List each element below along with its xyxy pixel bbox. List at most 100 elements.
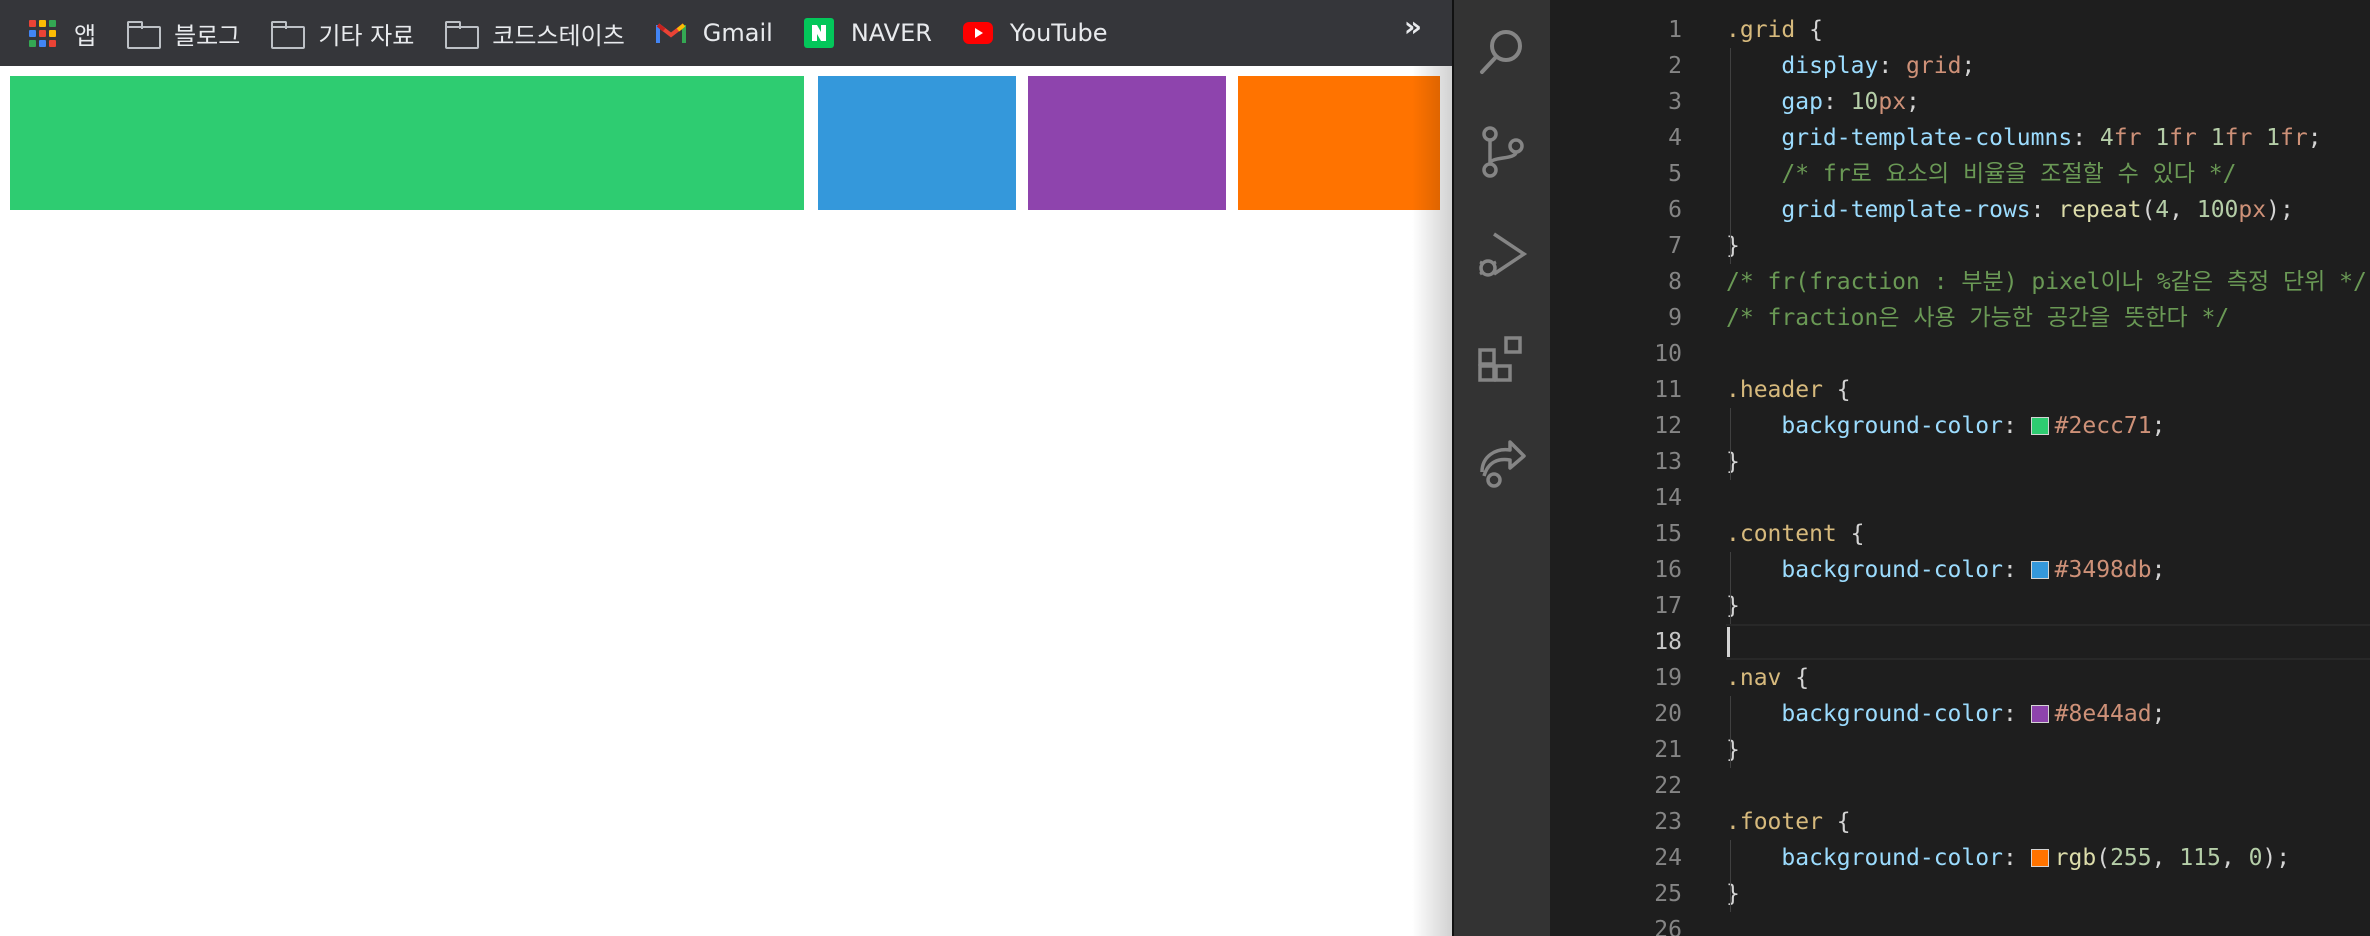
indent-guide xyxy=(1730,48,1731,264)
line-number: 16 xyxy=(1654,557,1682,583)
color-swatch[interactable] xyxy=(2030,705,2049,723)
grid-cell-nav xyxy=(1028,76,1226,210)
indent-guide xyxy=(1730,696,1731,768)
code-line[interactable]: 5 /* fr로 요소의 비율을 조절할 수 있다 */ xyxy=(1550,156,2370,192)
code-line[interactable]: 12 background-color: #2ecc71; xyxy=(1550,408,2370,444)
line-number: 17 xyxy=(1654,593,1682,619)
line-text: grid-template-columns: 4fr 1fr 1fr 1fr; xyxy=(1781,125,2322,151)
youtube-icon xyxy=(962,17,994,49)
line-number: 14 xyxy=(1654,485,1682,511)
code-line[interactable]: 8 /* fr(fraction : 부분) pixel이나 %같은 측정 단위 … xyxy=(1550,264,2370,300)
code-line[interactable]: 21} xyxy=(1550,732,2370,768)
code-line[interactable]: 6 grid-template-rows: repeat(4, 100px); xyxy=(1550,192,2370,228)
source-control-icon[interactable] xyxy=(1470,120,1534,184)
code-line[interactable]: 4 grid-template-columns: 4fr 1fr 1fr 1fr… xyxy=(1550,120,2370,156)
line-text: .header { xyxy=(1726,377,1851,403)
bookmark-6[interactable]: YouTube xyxy=(962,11,1108,55)
line-number: 22 xyxy=(1654,773,1682,799)
code-line[interactable]: 11 .header { xyxy=(1550,372,2370,408)
activity-bar xyxy=(1454,0,1550,936)
code-line[interactable]: 19 .nav { xyxy=(1550,660,2370,696)
code-line[interactable]: 16 background-color: #3498db; xyxy=(1550,552,2370,588)
bookmark-label: 기타 자료 xyxy=(318,21,415,50)
line-text: .footer { xyxy=(1726,809,1851,835)
code-line[interactable]: 22 xyxy=(1550,768,2370,804)
line-number: 10 xyxy=(1654,341,1682,367)
code-line[interactable]: 26 xyxy=(1550,912,2370,936)
line-number: 23 xyxy=(1654,809,1682,835)
line-number: 11 xyxy=(1654,377,1682,403)
code-line[interactable]: 1 .grid { xyxy=(1550,12,2370,48)
grid-cell-footer xyxy=(1238,76,1440,210)
code-line[interactable]: 10 xyxy=(1550,336,2370,372)
bookmark-2[interactable]: 기타 자료 xyxy=(270,11,414,55)
code-area[interactable]: 1 .grid {2 display: grid; 3 gap: 10px; 4 gr… xyxy=(1550,12,2370,936)
bookmark-1[interactable]: 블로그 xyxy=(126,11,240,55)
line-text: background-color: #8e44ad; xyxy=(1781,701,2166,727)
code-line[interactable]: 3 gap: 10px; xyxy=(1550,84,2370,120)
bookmark-label: 블로그 xyxy=(174,21,241,50)
bookmark-3[interactable]: 코드스테이츠 xyxy=(444,11,625,55)
live-share-icon[interactable] xyxy=(1470,430,1534,494)
grid-cell-header xyxy=(10,76,804,210)
line-number: 19 xyxy=(1654,665,1682,691)
code-line[interactable]: 15 .content { xyxy=(1550,516,2370,552)
line-number: 6 xyxy=(1668,197,1682,223)
line-text: background-color: #3498db; xyxy=(1781,557,2166,583)
code-line[interactable]: 23 .footer { xyxy=(1550,804,2370,840)
code-line[interactable]: 9 /* fraction은 사용 가능한 공간을 뜻한다 */ xyxy=(1550,300,2370,336)
folder-icon xyxy=(126,17,162,49)
code-line[interactable]: 25} xyxy=(1550,876,2370,912)
line-number: 12 xyxy=(1654,413,1682,439)
line-number: 2 xyxy=(1668,53,1682,79)
bookmark-label: Gmail xyxy=(702,19,773,47)
line-number: 15 xyxy=(1654,521,1682,547)
folder-icon xyxy=(444,17,480,49)
bookmark-5[interactable]: NAVER xyxy=(803,11,932,55)
code-line[interactable]: 18 xyxy=(1550,624,2370,660)
line-text: grid-template-rows: repeat(4, 100px); xyxy=(1781,197,2294,223)
color-swatch[interactable] xyxy=(2030,849,2049,867)
line-text: background-color: #2ecc71; xyxy=(1781,413,2166,439)
line-number: 13 xyxy=(1654,449,1682,475)
search-icon[interactable] xyxy=(1470,20,1534,84)
line-text: } xyxy=(1726,593,1740,619)
line-number: 1 xyxy=(1668,17,1682,43)
line-text: gap: 10px; xyxy=(1781,89,1920,115)
text-cursor xyxy=(1727,627,1730,657)
line-text: .content { xyxy=(1726,521,1865,547)
line-text: display: grid; xyxy=(1781,53,1976,79)
line-text: /* fraction은 사용 가능한 공간을 뜻한다 */ xyxy=(1726,305,2230,331)
line-number: 5 xyxy=(1668,161,1682,187)
apps-grid-icon xyxy=(26,17,58,49)
line-number: 7 xyxy=(1668,233,1682,259)
code-line[interactable]: 2 display: grid; xyxy=(1550,48,2370,84)
code-line[interactable]: 24 background-color: rgb(255, 115, 0); xyxy=(1550,840,2370,876)
code-line[interactable]: 7} xyxy=(1550,228,2370,264)
line-text: /* fr(fraction : 부분) pixel이나 %같은 측정 단위 *… xyxy=(1726,269,2367,295)
bookmarks-overflow-button[interactable]: » xyxy=(1404,10,1422,43)
extensions-icon[interactable] xyxy=(1470,328,1534,392)
line-number: 20 xyxy=(1654,701,1682,727)
bookmark-label: YouTube xyxy=(1009,19,1108,47)
line-text: .grid { xyxy=(1726,17,1823,43)
bookmark-0[interactable]: 앱 xyxy=(26,11,96,55)
indent-guide xyxy=(1730,840,1731,912)
bookmark-4[interactable]: Gmail xyxy=(655,11,773,55)
code-line[interactable]: 17} xyxy=(1550,588,2370,624)
bookmark-label: 코드스테이츠 xyxy=(492,21,625,50)
line-text: } xyxy=(1726,233,1740,259)
panel-shadow xyxy=(1412,66,1452,936)
color-swatch[interactable] xyxy=(2030,561,2049,579)
indent-guide xyxy=(1730,552,1731,624)
code-line[interactable]: 13} xyxy=(1550,444,2370,480)
naver-icon xyxy=(803,17,835,49)
code-line[interactable]: 14 xyxy=(1550,480,2370,516)
folder-icon xyxy=(270,17,306,49)
color-swatch[interactable] xyxy=(2030,417,2049,435)
code-line[interactable]: 20 background-color: #8e44ad; xyxy=(1550,696,2370,732)
line-number: 18 xyxy=(1654,629,1682,655)
run-debug-icon[interactable] xyxy=(1470,222,1534,286)
line-number: 3 xyxy=(1668,89,1682,115)
line-number: 26 xyxy=(1654,917,1682,936)
